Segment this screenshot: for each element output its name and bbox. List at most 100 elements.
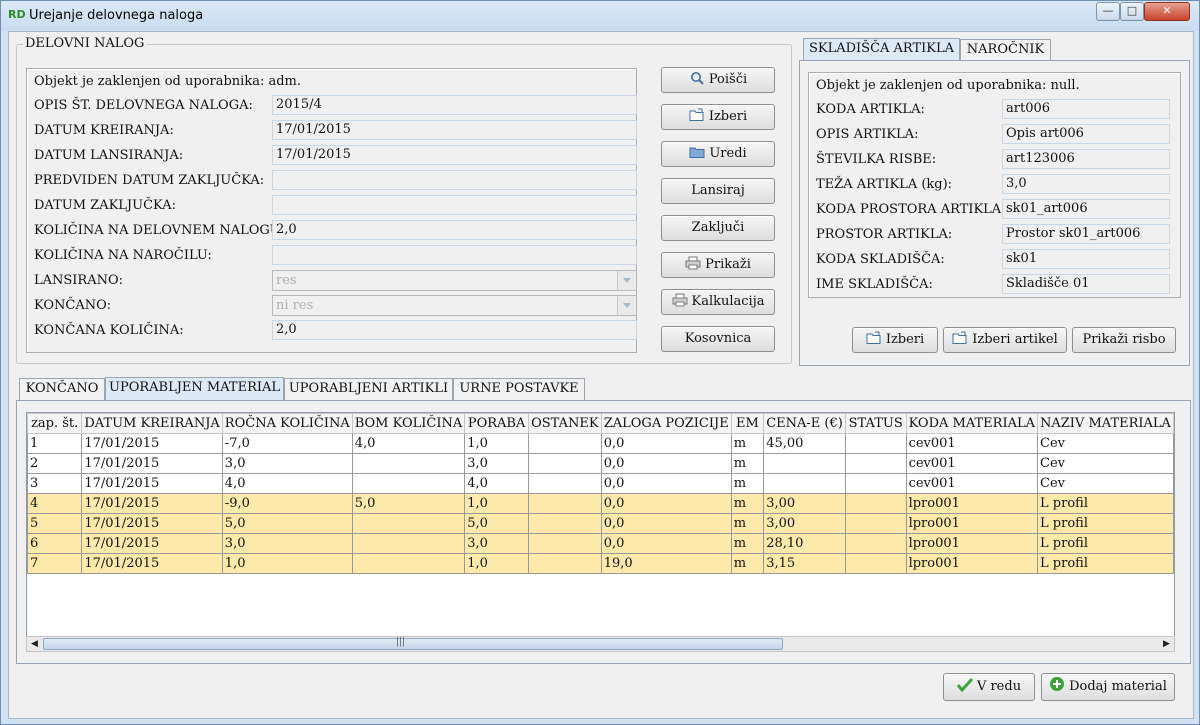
tab-koncano[interactable]: KONČANO (19, 378, 105, 400)
lansiraj-button[interactable]: Lansiraj (661, 178, 775, 204)
tab-uporabljen-material[interactable]: UPORABLJEN MATERIAL (105, 377, 284, 400)
table-cell[interactable] (763, 473, 846, 494)
column-header[interactable]: OSTANEK (527, 413, 602, 434)
table-cell[interactable]: 17/01/2015 (81, 493, 223, 514)
table-cell[interactable]: 28,10 (763, 533, 846, 554)
table-cell[interactable]: m (730, 513, 765, 534)
column-header[interactable]: PORABA (464, 413, 529, 434)
prikazi-risbo-button[interactable]: Prikaži risbo (1072, 327, 1176, 353)
table-cell[interactable]: cev001 (905, 473, 1039, 494)
table-cell[interactable]: lpro001 (905, 553, 1039, 574)
dodaj-material-button[interactable]: Dodaj material (1041, 673, 1175, 701)
kolicina-na-nalogu-field[interactable]: 2,0 (272, 220, 637, 240)
table-row[interactable]: 6 17/01/2015 3,0 3,0 0,0 m 28,10 lpro001 L profi… (27, 533, 1174, 554)
scroll-left-icon[interactable]: ◀ (27, 637, 42, 651)
table-cell[interactable]: cev001 (905, 453, 1039, 474)
table-cell[interactable]: 17/01/2015 (81, 553, 223, 574)
table-cell[interactable]: 5 (27, 513, 83, 534)
table-cell[interactable]: 7 (27, 553, 83, 574)
table-cell[interactable]: 3 (27, 473, 83, 494)
table-cell[interactable]: L profil (1037, 533, 1174, 554)
zakljuci-button[interactable]: Zaključi (661, 215, 775, 241)
table-cell[interactable]: m (730, 473, 765, 494)
izberi-button[interactable]: Izberi (661, 104, 775, 130)
column-header[interactable]: zap. št. (27, 413, 83, 434)
opis-st-naloga-field[interactable]: 2015/4 (272, 95, 637, 115)
table-cell[interactable] (351, 473, 466, 494)
table-cell[interactable]: lpro001 (905, 513, 1039, 534)
column-header[interactable]: STATUS (844, 413, 907, 434)
table-cell[interactable]: lpro001 (905, 493, 1039, 514)
table-cell[interactable]: -7,0 (221, 433, 353, 454)
table-cell[interactable]: 3,00 (763, 513, 846, 534)
uredi-button[interactable]: Uredi (661, 141, 775, 167)
table-cell[interactable] (527, 473, 602, 494)
predviden-datum-zakljucka-field[interactable] (272, 170, 637, 190)
koncano-select[interactable]: ni res (272, 295, 637, 316)
datum-lansiranja-field[interactable]: 17/01/2015 (272, 145, 637, 165)
table-row[interactable]: 7 17/01/2015 1,0 1,0 19,0 m 3,15 lpro001 L profi… (27, 553, 1174, 574)
table-cell[interactable]: 0,0 (600, 473, 732, 494)
datum-kreiranja-field[interactable]: 17/01/2015 (272, 120, 637, 140)
column-header[interactable]: CENA-E (€) (763, 413, 846, 434)
column-header[interactable]: EM (730, 413, 765, 434)
table-cell[interactable]: 1,0 (464, 493, 529, 514)
table-cell[interactable]: L profil (1037, 553, 1174, 574)
koda-prostora-field[interactable]: sk01_art006 (1002, 199, 1170, 219)
table-row[interactable]: 4 17/01/2015 -9,0 5,0 1,0 0,0 m 3,00 lpro001 L pr… (27, 493, 1174, 514)
table-cell[interactable]: 0,0 (600, 513, 732, 534)
lansirano-select[interactable]: res (272, 270, 637, 291)
table-cell[interactable]: 3,0 (221, 453, 353, 474)
table-cell[interactable] (844, 473, 907, 494)
horizontal-scrollbar[interactable]: ◀ ||| ▶ (26, 636, 1175, 652)
close-button[interactable]: ✕ (1144, 2, 1190, 21)
table-cell[interactable]: m (730, 493, 765, 514)
table-cell[interactable]: m (730, 553, 765, 574)
table-cell[interactable]: Cev (1037, 473, 1174, 494)
table-row[interactable]: 3 17/01/2015 4,0 4,0 0,0 m cev001 Cev (27, 473, 1174, 494)
chevron-down-icon[interactable] (617, 296, 636, 315)
table-cell[interactable]: 19,0 (600, 553, 732, 574)
column-header[interactable]: ZALOGA POZICIJE (600, 413, 732, 434)
table-cell[interactable] (527, 453, 602, 474)
table-cell[interactable]: cev001 (905, 433, 1039, 454)
chevron-down-icon[interactable] (617, 271, 636, 290)
v-redu-button[interactable]: V redu (943, 673, 1035, 701)
table-cell[interactable]: 5,0 (351, 493, 466, 514)
table-cell[interactable]: 0,0 (600, 453, 732, 474)
table-cell[interactable] (351, 533, 466, 554)
table-cell[interactable]: 17/01/2015 (81, 473, 223, 494)
tab-urne-postavke[interactable]: URNE POSTAVKE (453, 378, 585, 400)
table-cell[interactable] (763, 453, 846, 474)
table-cell[interactable]: L profil (1037, 513, 1174, 534)
table-cell[interactable]: 0,0 (600, 493, 732, 514)
izberi-skladisce-button[interactable]: Izberi (852, 327, 938, 353)
table-cell[interactable]: 3,00 (763, 493, 846, 514)
table-cell[interactable] (351, 553, 466, 574)
poisci-button[interactable]: Poišči (661, 67, 775, 93)
table-cell[interactable]: m (730, 433, 765, 454)
table-cell[interactable]: 5,0 (221, 513, 353, 534)
table-cell[interactable] (527, 433, 602, 454)
scroll-right-icon[interactable]: ▶ (1159, 637, 1174, 651)
table-cell[interactable] (844, 453, 907, 474)
table-cell[interactable] (844, 493, 907, 514)
table-cell[interactable]: 0,0 (600, 433, 732, 454)
datum-zakljucka-field[interactable] (272, 195, 637, 215)
table-cell[interactable] (351, 453, 466, 474)
table-cell[interactable]: 1,0 (464, 553, 529, 574)
table-cell[interactable]: 3,0 (221, 533, 353, 554)
table-cell[interactable]: 3,0 (464, 453, 529, 474)
stevilka-risbe-field[interactable]: art123006 (1002, 149, 1170, 169)
table-cell[interactable]: 17/01/2015 (81, 533, 223, 554)
table-cell[interactable]: 1,0 (221, 553, 353, 574)
table-cell[interactable]: 4,0 (351, 433, 466, 454)
table-cell[interactable]: lpro001 (905, 533, 1039, 554)
table-cell[interactable] (844, 553, 907, 574)
column-header[interactable]: BOM KOLIČINA (351, 413, 466, 434)
table-cell[interactable]: Cev (1037, 433, 1174, 454)
table-cell[interactable] (527, 533, 602, 554)
table-cell[interactable]: L profil (1037, 493, 1174, 514)
table-cell[interactable]: 4 (27, 493, 83, 514)
izberi-artikel-button[interactable]: Izberi artikel (943, 327, 1067, 353)
